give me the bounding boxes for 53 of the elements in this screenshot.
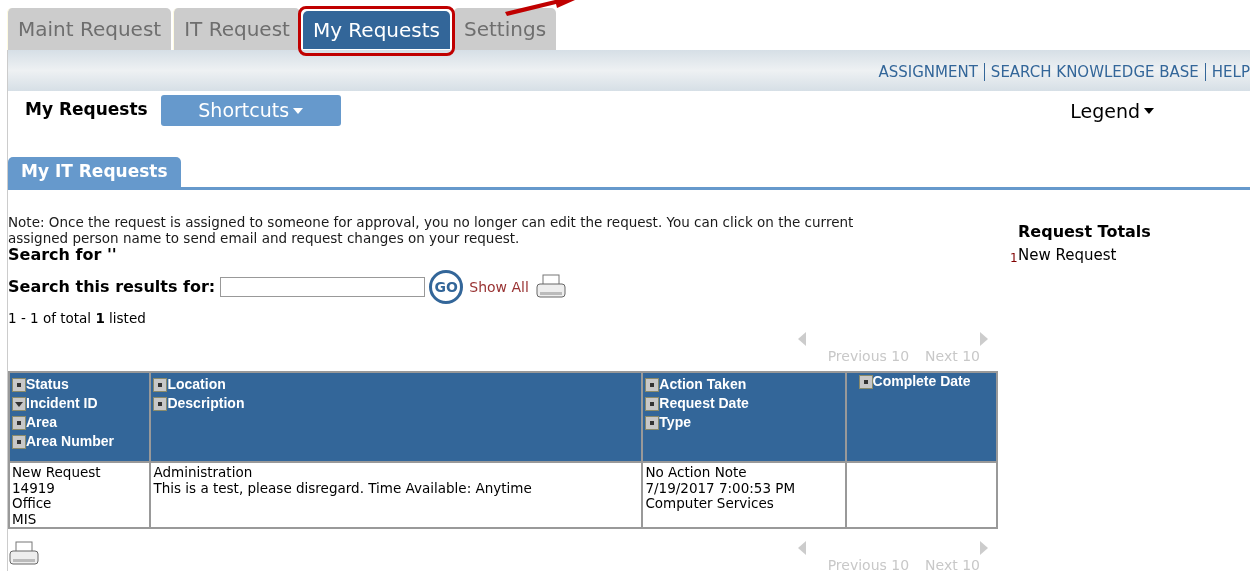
column-label[interactable]: Complete Date <box>872 373 971 391</box>
show-all-link[interactable]: Show All <box>469 276 529 298</box>
note-text: Note: Once the request is assigned to someone for approval, you no longer can edit the request. You can click on the current assigned person name to send email and request changes on your request. <box>8 214 855 246</box>
column-label[interactable]: Incident ID <box>26 395 98 413</box>
legend-button[interactable]: Legend <box>1070 97 1154 126</box>
sort-icon[interactable] <box>153 396 168 411</box>
totals-title: Request Totals <box>1018 221 1151 243</box>
caret-icon <box>1144 108 1154 115</box>
search-field[interactable] <box>220 277 426 297</box>
table-cell-text: Office <box>12 496 53 512</box>
tab[interactable]: Maint Request <box>7 8 172 50</box>
column-label[interactable]: Request Date <box>659 395 749 413</box>
table-cell-text: Computer Services <box>645 496 775 512</box>
sort-icon[interactable] <box>645 377 660 392</box>
tab[interactable]: My Requests <box>302 11 450 49</box>
column-label[interactable]: Action Taken <box>659 376 747 394</box>
sort-icon[interactable] <box>645 415 660 430</box>
sort-down-icon[interactable] <box>12 396 26 411</box>
table-cell-text: Administration <box>153 465 254 481</box>
table-cell-text: New Request <box>12 465 102 481</box>
table-cell-text: 14919 <box>12 480 55 497</box>
top-link[interactable]: ASSIGNMENT <box>878 60 978 83</box>
table-cell-text: This is a test, please disregard. Time Available: Anytime <box>153 480 533 497</box>
sort-icon[interactable] <box>153 377 168 392</box>
column-label[interactable]: Location <box>167 376 226 394</box>
sort-icon[interactable] <box>12 377 26 392</box>
printer-icon[interactable] <box>534 274 567 300</box>
arrow-icon <box>505 0 575 16</box>
tab[interactable]: Settings <box>453 8 557 50</box>
search-label: Search this results for: <box>8 276 216 298</box>
search-for-label: Search for '' <box>8 246 117 264</box>
sort-icon[interactable] <box>12 434 26 449</box>
printer-icon[interactable] <box>8 541 40 568</box>
sort-icon[interactable] <box>858 374 873 389</box>
column-label[interactable]: Area Number <box>26 433 114 451</box>
top-link[interactable]: HELP <box>1211 60 1250 83</box>
total-label: New Request <box>1018 245 1117 266</box>
page-title: My Requests <box>25 98 148 121</box>
top-link[interactable]: SEARCH KNOWLEDGE BASE <box>990 60 1199 83</box>
column-label[interactable]: Type <box>659 414 691 432</box>
column-label[interactable]: Status <box>26 376 69 394</box>
total-count: 1 <box>1010 249 1018 267</box>
tab[interactable]: IT Request <box>173 8 300 50</box>
table-cell-text: 7/19/2017 7:00:53 PM <box>645 480 797 497</box>
sort-icon[interactable] <box>645 396 660 411</box>
column-label[interactable]: Description <box>167 395 245 413</box>
listed-count: 1 - 1 of total 1 listed <box>8 309 147 328</box>
table-cell-text: MIS <box>12 511 38 528</box>
column-label[interactable]: Area <box>26 414 58 432</box>
go-button[interactable]: GO <box>429 270 464 304</box>
caret-icon <box>293 107 304 114</box>
sort-icon[interactable] <box>12 415 26 430</box>
table-cell-text: No Action Note <box>645 465 748 481</box>
